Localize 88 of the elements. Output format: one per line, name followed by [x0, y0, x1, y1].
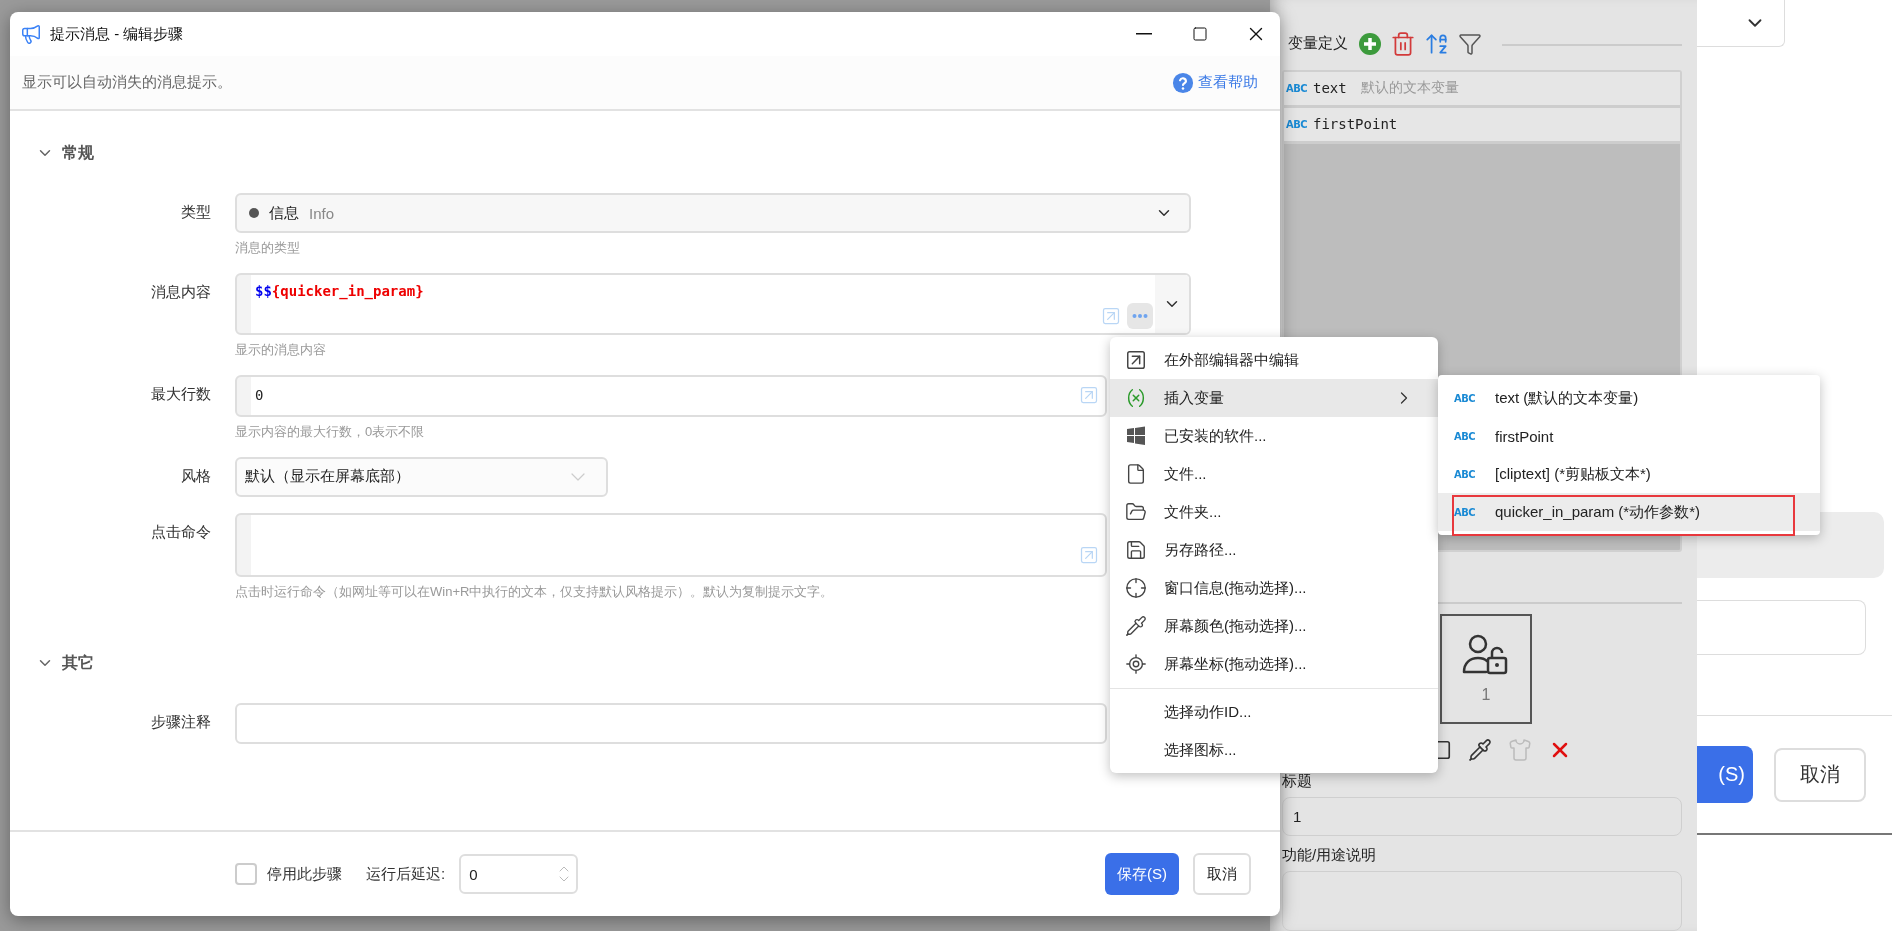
external-edit-icon: [1125, 349, 1147, 371]
command-field[interactable]: [235, 513, 1107, 577]
combo-box[interactable]: [1697, 0, 1785, 47]
pipette-icon[interactable]: [1468, 737, 1492, 762]
delay-label: 运行后延迟:: [366, 864, 446, 884]
field-label: 类型: [180, 202, 211, 222]
windows-logo-icon: [1126, 426, 1146, 446]
field-label: 最大行数: [150, 384, 211, 404]
field-label: 风格: [180, 466, 211, 486]
save-icon: [1125, 539, 1147, 561]
cancel-button[interactable]: 取消: [1193, 853, 1251, 895]
menu-item[interactable]: 文件夹...: [1110, 493, 1438, 531]
variable-description: 默认的文本变量: [1360, 79, 1459, 98]
checkbox[interactable]: [235, 863, 257, 885]
folder-icon: [1125, 501, 1147, 523]
submenu-item[interactable]: ABC firstPoint: [1438, 417, 1820, 455]
external-edit-icon[interactable]: [1079, 545, 1099, 565]
type-select[interactable]: 信息 Info: [235, 193, 1191, 233]
dot-icon: [249, 208, 259, 218]
target-icon: [1125, 653, 1147, 675]
external-edit-icon[interactable]: [1079, 385, 1099, 405]
variable-icon: [1125, 387, 1147, 409]
section-header[interactable]: 常规: [32, 135, 94, 171]
menu-item[interactable]: 屏幕颜色(拖动选择)...: [1110, 607, 1438, 645]
section-header[interactable]: 其它: [32, 645, 94, 681]
style-dropdown[interactable]: 默认（显示在屏幕底部）: [235, 457, 608, 497]
icon-tile[interactable]: 1: [1440, 614, 1532, 724]
menu-item[interactable]: 窗口信息(拖动选择)...: [1110, 569, 1438, 607]
menu-item[interactable]: 另存路径...: [1110, 531, 1438, 569]
external-edit-icon[interactable]: [1101, 306, 1121, 326]
menu-item[interactable]: 选择图标...: [1110, 731, 1438, 769]
panel-title: 变量定义: [1288, 34, 1348, 54]
menu-item[interactable]: 在外部编辑器中编辑: [1110, 341, 1438, 379]
variable-row[interactable]: ABC text 默认的文本变量: [1284, 71, 1680, 108]
variable-name: firstPoint: [1312, 116, 1398, 133]
submenu-item[interactable]: ABC text (默认的文本变量): [1438, 379, 1820, 417]
tile-caption: 1: [1481, 686, 1491, 705]
window-title: 提示消息 - 编辑步骤: [50, 24, 185, 44]
submenu-item[interactable]: ABC [cliptext] (*剪贴板文本*): [1438, 455, 1820, 493]
trash-icon[interactable]: [1390, 30, 1416, 57]
shirt-icon[interactable]: [1508, 737, 1532, 762]
save-button[interactable]: (S): [1697, 746, 1753, 803]
file-icon: [1125, 463, 1147, 485]
delay-spinner[interactable]: 0: [459, 854, 579, 894]
help-icon: [1172, 71, 1194, 94]
menu-item[interactable]: 已安装的软件...: [1110, 417, 1438, 455]
field-label: 步骤注释: [150, 712, 211, 732]
menu-item[interactable]: 插入变量: [1110, 379, 1438, 417]
save-button[interactable]: 保存(S): [1105, 853, 1179, 895]
pipette-icon: [1125, 615, 1147, 637]
maximize-icon: [1192, 26, 1208, 42]
menu-item[interactable]: 选择动作ID...: [1110, 693, 1438, 731]
field-label: 点击命令: [150, 522, 211, 542]
variable-row[interactable]: ABC firstPoint: [1284, 107, 1680, 144]
minimize-icon: [1136, 33, 1152, 35]
menu-item[interactable]: 文件...: [1110, 455, 1438, 493]
purpose-field[interactable]: [1282, 871, 1682, 931]
max-lines-field[interactable]: 0: [235, 375, 1107, 417]
menu-item[interactable]: 屏幕坐标(拖动选择)...: [1110, 645, 1438, 683]
note-field[interactable]: [235, 703, 1107, 744]
field-label: 功能/用途说明: [1282, 846, 1378, 866]
message-editor[interactable]: $${quicker_in_param}: [235, 273, 1191, 335]
field-label: 标题: [1282, 771, 1313, 791]
checkbox-label: 停用此步骤: [267, 864, 342, 884]
dots-icon: [1132, 313, 1148, 319]
field-hint: 点击时运行命令（如网址等可以在Win+R中执行的文本，仅支持默认风格提示）。默认为复制提示文字。: [235, 583, 834, 601]
megaphone-icon: [20, 23, 42, 45]
dropdown-button[interactable]: [1155, 275, 1189, 333]
title-field[interactable]: 1: [1282, 796, 1682, 837]
cancel-button[interactable]: 取消: [1774, 747, 1866, 802]
help-link[interactable]: 查看帮助: [1172, 71, 1258, 94]
crosshair-icon: [1125, 577, 1147, 599]
user-lock-icon: [1462, 634, 1510, 677]
field-hint: 消息的类型: [235, 239, 300, 257]
field-label: 消息内容: [150, 282, 211, 302]
text-field[interactable]: [1697, 600, 1866, 655]
field-hint: 显示内容的最大行数，0表示不限: [235, 423, 425, 441]
variable-name: text: [1312, 80, 1347, 97]
select-secondary: Info: [309, 204, 336, 222]
more-button[interactable]: [1127, 303, 1153, 329]
editor-text: $${quicker_in_param}: [255, 282, 424, 299]
dialog-description: 显示可以自动消失的消息提示。: [22, 73, 232, 92]
type-tag: ABC: [1286, 81, 1307, 95]
type-tag: ABC: [1286, 117, 1307, 131]
field-hint: 显示的消息内容: [235, 341, 326, 359]
add-icon[interactable]: [1358, 31, 1382, 56]
filter-icon[interactable]: [1458, 31, 1482, 56]
select-value: 信息: [269, 203, 299, 223]
